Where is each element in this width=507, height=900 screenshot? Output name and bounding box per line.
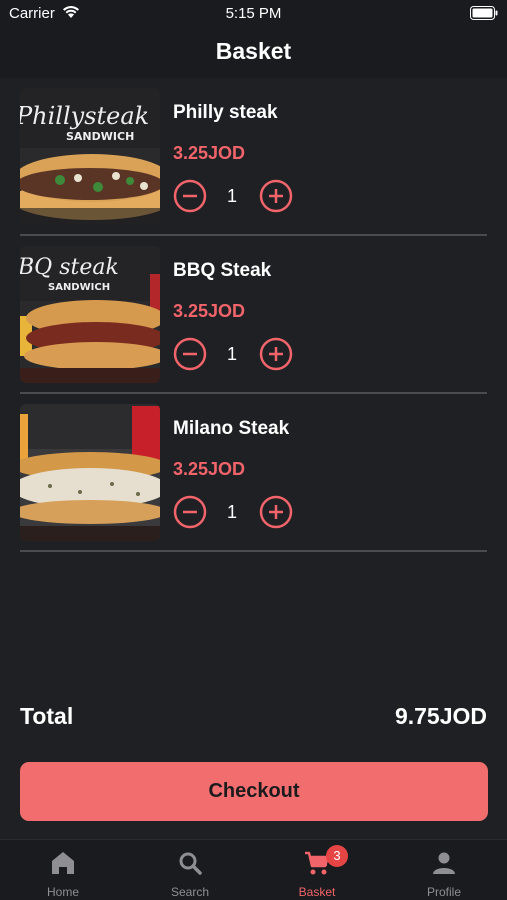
plus-circle-icon bbox=[259, 495, 293, 529]
product-name: BBQ Steak bbox=[173, 260, 272, 281]
basket-item: Milano Steak 3.25JOD 1 bbox=[0, 394, 507, 552]
product-image: Phillysteak SANDWICH bbox=[20, 88, 160, 225]
increase-quantity-button[interactable] bbox=[259, 495, 293, 529]
checkout-button[interactable]: Checkout bbox=[20, 762, 488, 821]
decrease-quantity-button[interactable] bbox=[173, 495, 207, 529]
home-icon bbox=[49, 849, 77, 877]
minus-circle-icon bbox=[173, 495, 207, 529]
tab-label: Profile bbox=[426, 885, 461, 899]
quantity-stepper: 1 bbox=[173, 495, 293, 531]
image-subtitle-text: SANDWICH bbox=[48, 282, 110, 293]
quantity-value: 1 bbox=[226, 502, 237, 522]
increase-quantity-button[interactable] bbox=[259, 337, 293, 371]
tab-label: Search bbox=[170, 885, 210, 899]
divider bbox=[20, 550, 487, 552]
profile-icon bbox=[430, 849, 458, 877]
product-price: 3.25JOD bbox=[173, 143, 246, 163]
image-title-text: Phillysteak bbox=[20, 102, 149, 130]
product-image: BQ steak SANDWICH bbox=[20, 246, 160, 383]
minus-circle-icon bbox=[173, 337, 207, 371]
total-value: 9.75JOD bbox=[394, 703, 487, 729]
decrease-quantity-button[interactable] bbox=[173, 337, 207, 371]
cart-count-badge: 3 bbox=[326, 845, 348, 867]
tab-basket[interactable]: 3 Basket bbox=[254, 840, 380, 900]
product-name: Philly steak bbox=[173, 102, 278, 123]
quantity-value: 1 bbox=[226, 186, 237, 206]
product-name: Milano Steak bbox=[173, 418, 290, 439]
product-price: 3.25JOD bbox=[173, 459, 246, 479]
quantity-value: 1 bbox=[226, 344, 237, 364]
total-row: Total 9.75JOD bbox=[20, 703, 487, 733]
decrease-quantity-button[interactable] bbox=[173, 179, 207, 213]
basket-item: BQ steak SANDWICH BBQ Steak 3.25JOD 1 bbox=[0, 236, 507, 394]
quantity-stepper: 1 bbox=[173, 337, 293, 373]
battery-icon bbox=[470, 6, 498, 24]
product-image bbox=[20, 404, 160, 541]
tab-home[interactable]: Home bbox=[0, 840, 126, 900]
plus-circle-icon bbox=[259, 337, 293, 371]
tab-bar: Home Search 3 Basket Profile bbox=[0, 839, 507, 900]
page-title: Basket bbox=[215, 38, 292, 64]
plus-circle-icon bbox=[259, 179, 293, 213]
tab-label: Basket bbox=[298, 885, 336, 899]
search-icon bbox=[176, 849, 204, 877]
status-bar: Carrier 5:15 PM bbox=[0, 0, 507, 28]
image-title-text: BQ steak bbox=[20, 255, 119, 280]
tab-profile[interactable]: Profile bbox=[381, 840, 507, 900]
product-price: 3.25JOD bbox=[173, 301, 246, 321]
basket-item: Phillysteak SANDWICH Philly steak 3.25JO… bbox=[0, 78, 507, 236]
quantity-stepper: 1 bbox=[173, 179, 293, 215]
image-subtitle-text: SANDWICH bbox=[66, 130, 134, 143]
tab-label: Home bbox=[46, 885, 79, 899]
total-label: Total bbox=[20, 703, 74, 729]
minus-circle-icon bbox=[173, 179, 207, 213]
nav-bar: Basket bbox=[0, 28, 507, 78]
tab-search[interactable]: Search bbox=[127, 840, 253, 900]
increase-quantity-button[interactable] bbox=[259, 179, 293, 213]
clock: 5:15 PM bbox=[225, 5, 282, 22]
